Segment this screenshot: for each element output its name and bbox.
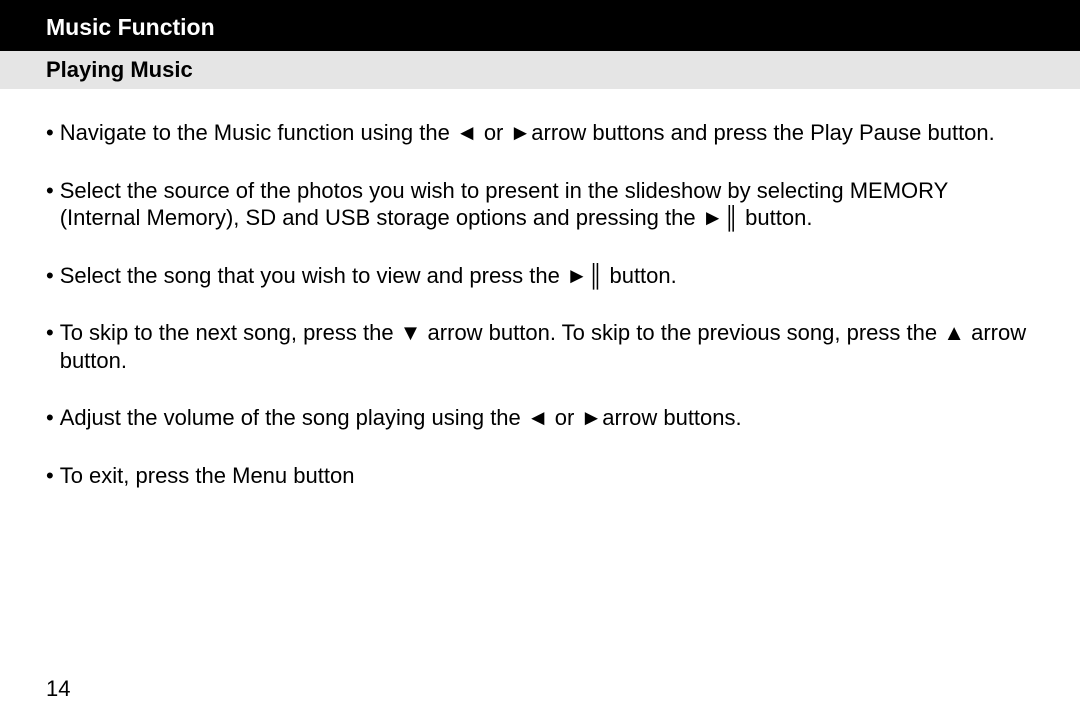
subsection-header: Playing Music [0,51,1080,89]
page-number: 14 [46,676,70,702]
bullet-text: Navigate to the Music function using the… [60,119,1034,147]
bullet-icon: • [46,262,60,290]
section-header: Music Function [0,0,1080,51]
section-header-title: Music Function [46,14,215,40]
bullet-icon: • [46,404,60,432]
bullet-item: • Adjust the volume of the song playing … [46,404,1034,432]
bullet-item: • To skip to the next song, press the ▼ … [46,319,1034,374]
bullet-item: • Select the song that you wish to view … [46,262,1034,290]
bullet-icon: • [46,319,60,374]
bullet-text: To exit, press the Menu button [60,462,1034,490]
manual-page: Music Function Playing Music • Navigate … [0,0,1080,720]
bullet-item: • Select the source of the photos you wi… [46,177,1034,232]
bullet-text: Select the song that you wish to view an… [60,262,1034,290]
bullet-icon: • [46,462,60,490]
bullet-text: Adjust the volume of the song playing us… [60,404,1034,432]
subsection-header-title: Playing Music [46,57,193,82]
content-area: • Navigate to the Music function using t… [0,89,1080,489]
bullet-item: • Navigate to the Music function using t… [46,119,1034,147]
bullet-text: Select the source of the photos you wish… [60,177,1034,232]
bullet-icon: • [46,177,60,232]
bullet-text: To skip to the next song, press the ▼ ar… [60,319,1034,374]
bullet-icon: • [46,119,60,147]
bullet-item: • To exit, press the Menu button [46,462,1034,490]
